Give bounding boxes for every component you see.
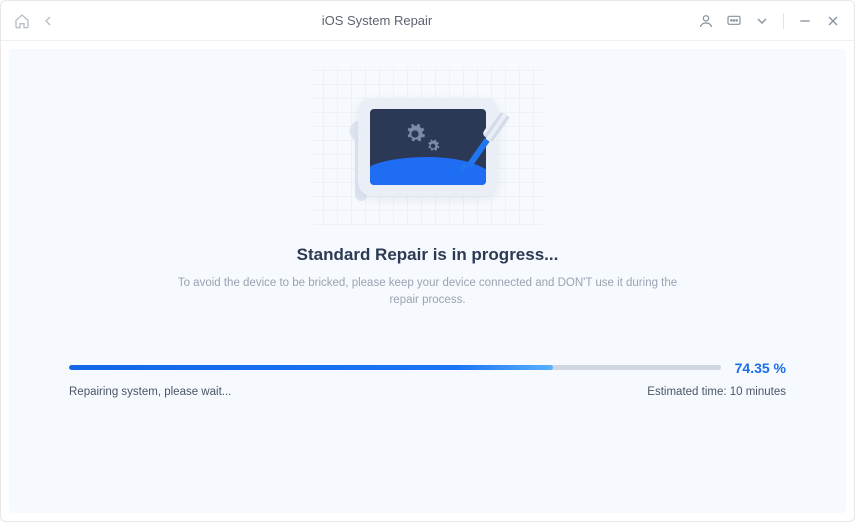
back-icon[interactable] xyxy=(39,12,57,30)
progress-bar-row: 74.35 % xyxy=(69,360,786,376)
close-icon[interactable] xyxy=(824,12,842,30)
window-title: iOS System Repair xyxy=(57,13,697,28)
feedback-icon[interactable] xyxy=(725,12,743,30)
progress-percent-label: 74.35 % xyxy=(735,360,786,376)
minimize-icon[interactable] xyxy=(796,12,814,30)
progress-fill xyxy=(69,365,553,370)
chevron-down-icon[interactable] xyxy=(753,12,771,30)
account-icon[interactable] xyxy=(697,12,715,30)
titlebar: iOS System Repair xyxy=(1,1,854,41)
gear-small-icon xyxy=(426,139,440,153)
gear-icon xyxy=(404,123,426,145)
main-content: Standard Repair is in progress... To avo… xyxy=(9,49,846,513)
status-right-text: Estimated time: 10 minutes xyxy=(647,386,786,398)
repair-illustration xyxy=(313,67,543,227)
home-icon[interactable] xyxy=(13,12,31,30)
status-left-text: Repairing system, please wait... xyxy=(69,386,231,398)
titlebar-separator xyxy=(783,13,784,29)
screwdriver-icon xyxy=(453,113,515,181)
progress-status-row: Repairing system, please wait... Estimat… xyxy=(69,386,786,398)
progress-track xyxy=(69,365,721,370)
app-window: iOS System Repair xyxy=(0,0,855,522)
progress-subtext: To avoid the device to be bricked, pleas… xyxy=(168,275,688,310)
progress-heading: Standard Repair is in progress... xyxy=(297,245,559,265)
